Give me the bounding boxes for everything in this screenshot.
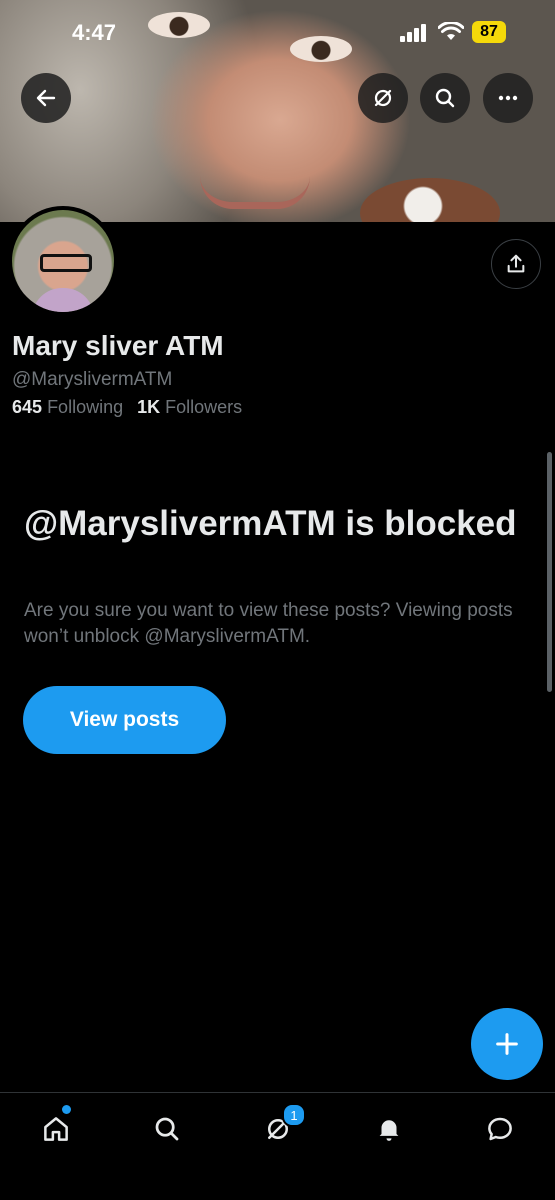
- followers-count: 1K: [137, 397, 161, 417]
- following-count: 645: [12, 397, 43, 417]
- blocked-title: @MaryslivermATM is blocked: [24, 504, 517, 543]
- profile-display-name: Mary sliver ATM: [12, 330, 224, 361]
- chat-bubble-icon: [488, 1117, 512, 1141]
- tab-messages[interactable]: [480, 1109, 520, 1149]
- bell-icon: [379, 1120, 399, 1141]
- compose-post-button[interactable]: [471, 1008, 543, 1080]
- followers-link[interactable]: 1K Followers: [137, 397, 242, 417]
- more-horizontal-icon: [498, 95, 518, 101]
- banner-smile: [200, 176, 310, 209]
- follow-stats: 645 Following 1K Followers: [12, 397, 242, 418]
- home-notification-dot: [62, 1105, 71, 1114]
- grok-badge: 1: [282, 1103, 306, 1127]
- banner-cupcake: [360, 178, 500, 222]
- status-time: 4:47: [72, 20, 117, 45]
- following-link[interactable]: 645 Following: [12, 397, 123, 417]
- search-icon: [435, 88, 455, 108]
- tab-notifications[interactable]: [369, 1109, 409, 1149]
- scrollbar[interactable]: [547, 452, 552, 692]
- view-posts-button[interactable]: View posts: [23, 686, 226, 754]
- followers-label: Followers: [165, 397, 243, 417]
- search-icon: [155, 1117, 179, 1141]
- blocked-description: Are you sure you want to view these post…: [24, 600, 513, 647]
- bottom-tab-bar: 1: [0, 1092, 555, 1200]
- share-button[interactable]: [491, 239, 541, 289]
- avatar[interactable]: [8, 206, 118, 316]
- status-bar: 4:47 87: [0, 18, 555, 52]
- avatar-shirt: [32, 288, 94, 312]
- plus-icon: [496, 1033, 518, 1055]
- more-button[interactable]: [483, 73, 533, 123]
- following-label: Following: [47, 397, 124, 417]
- profile-handle: @MaryslivermATM: [12, 369, 173, 390]
- grok-icon: [374, 89, 392, 107]
- tab-home[interactable]: [36, 1105, 76, 1149]
- avatar-glasses: [40, 254, 92, 272]
- search-button[interactable]: [420, 73, 470, 123]
- back-button[interactable]: [21, 73, 71, 123]
- tab-grok[interactable]: 1: [258, 1103, 306, 1149]
- arrow-left-icon: [36, 89, 56, 107]
- avatar-photo: [12, 210, 114, 312]
- grok-button[interactable]: [358, 73, 408, 123]
- cellular-signal-icon: [400, 24, 426, 42]
- share-icon: [507, 254, 525, 273]
- wifi-icon: [438, 22, 464, 40]
- tab-explore[interactable]: [147, 1109, 187, 1149]
- battery-indicator: 87: [472, 21, 506, 43]
- home-icon: [44, 1117, 68, 1141]
